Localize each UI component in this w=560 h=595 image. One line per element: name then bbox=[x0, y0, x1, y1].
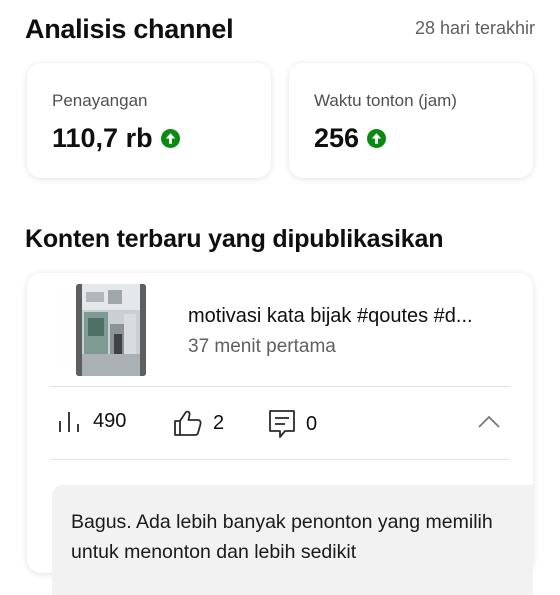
divider bbox=[50, 459, 510, 460]
recent-content-title: Konten terbaru yang dipublikasikan bbox=[25, 225, 444, 253]
watch-time-value: 256 bbox=[314, 123, 360, 153]
divider bbox=[50, 386, 510, 387]
video-title[interactable]: motivasi kata bijak #qoutes #d... bbox=[188, 305, 508, 328]
period-label[interactable]: 28 hari terakhir bbox=[415, 18, 535, 39]
comments-count: 0 bbox=[306, 412, 318, 435]
watch-time-card[interactable]: Waktu tonton (jam) 256 bbox=[289, 63, 533, 178]
chevron-up-icon[interactable] bbox=[477, 414, 501, 430]
analytics-header: Analisis channel 28 hari terakhir bbox=[25, 12, 535, 48]
views-label: Penayangan bbox=[52, 91, 148, 110]
thumbnail-image bbox=[76, 284, 146, 376]
recent-video-card[interactable]: motivasi kata bijak #qoutes #d... 37 men… bbox=[27, 273, 533, 595]
trend-up-icon bbox=[160, 129, 180, 148]
comment-icon bbox=[269, 410, 295, 438]
thumbs-up-icon bbox=[174, 410, 202, 436]
views-value: 110,7 rb bbox=[52, 123, 153, 153]
likes-metric: 2 bbox=[173, 409, 224, 437]
views-card[interactable]: Penayangan 110,7 rb bbox=[27, 63, 271, 178]
insight-box: Bagus. Ada lebih banyak penonton yang me… bbox=[52, 485, 533, 595]
views-value-row: 110,7 rb bbox=[52, 123, 180, 154]
likes-count: 2 bbox=[213, 411, 225, 434]
trend-up-icon bbox=[367, 129, 387, 148]
page-title: Analisis channel bbox=[25, 14, 234, 44]
comments-metric: 0 bbox=[268, 409, 317, 439]
views-metric: 490 bbox=[57, 409, 126, 433]
video-thumbnail[interactable] bbox=[76, 284, 146, 376]
views-count: 490 bbox=[93, 409, 127, 432]
watch-time-label: Waktu tonton (jam) bbox=[314, 91, 457, 110]
bar-chart-icon bbox=[59, 412, 79, 432]
insight-text: Bagus. Ada lebih banyak penonton yang me… bbox=[71, 511, 493, 563]
video-subtitle: 37 menit pertama bbox=[188, 336, 336, 357]
watch-time-value-row: 256 bbox=[314, 123, 387, 154]
